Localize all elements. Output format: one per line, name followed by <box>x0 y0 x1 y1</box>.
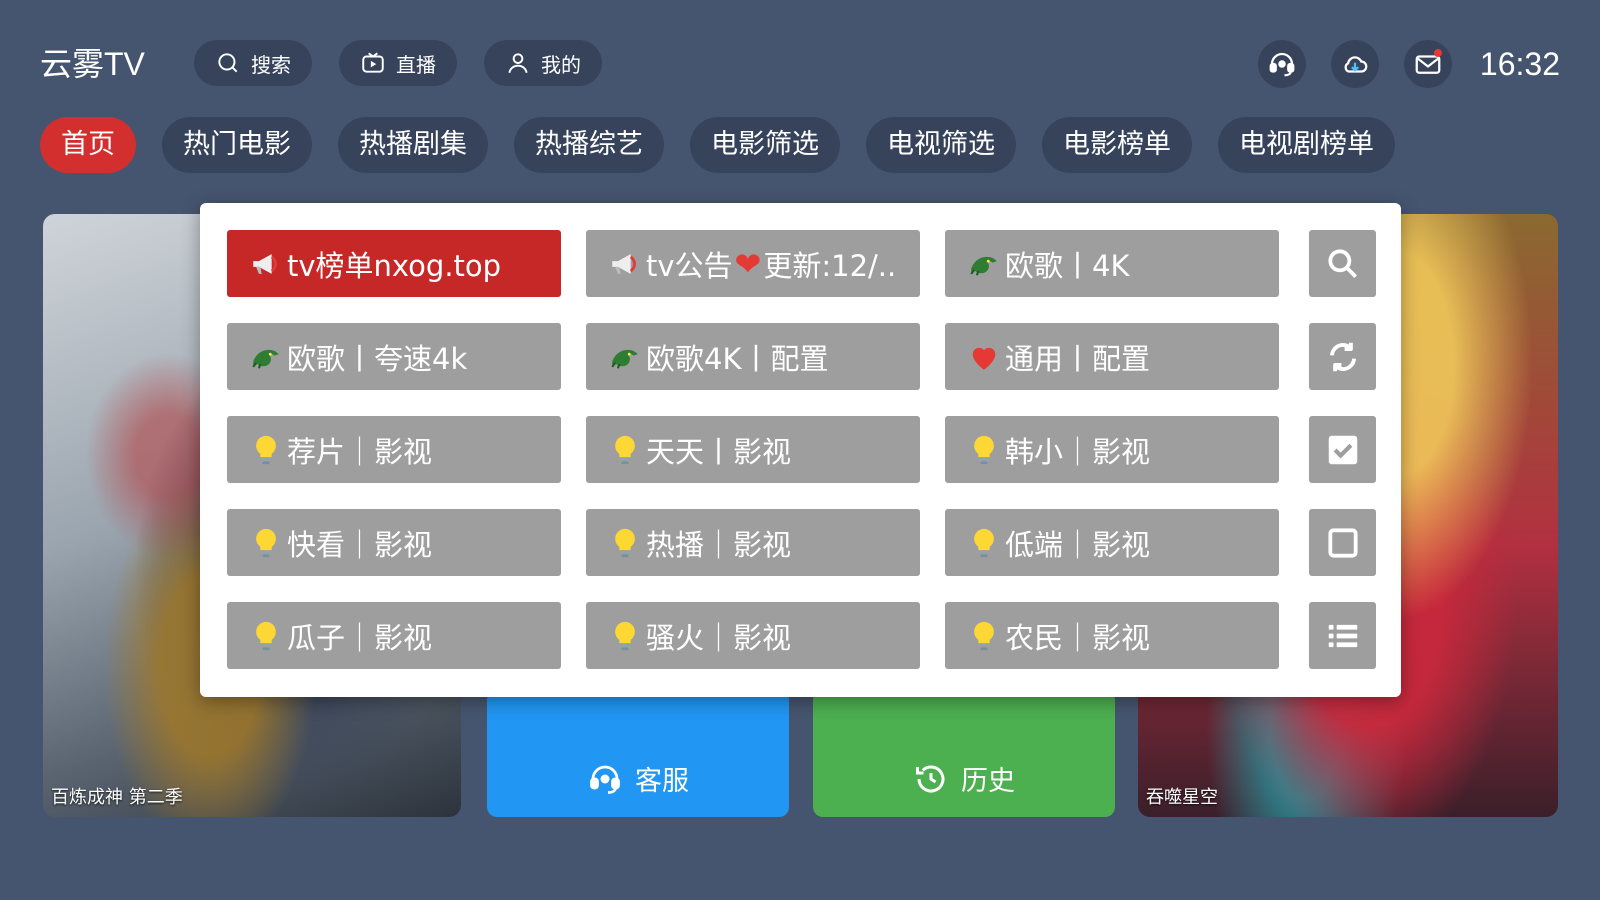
source-item[interactable]: 低端｜影视 <box>945 509 1279 576</box>
source-label: 欧歌丨4K <box>1005 248 1130 283</box>
mine-button-label: 我的 <box>541 52 581 77</box>
refresh-icon <box>1329 342 1356 371</box>
source-item[interactable]: 快看｜影视 <box>227 509 561 576</box>
app-title: 云雾TV <box>40 46 145 82</box>
source-item[interactable]: 欧歌4K丨配置 <box>586 323 920 390</box>
headset-icon <box>590 765 620 794</box>
dragon-icon <box>247 338 285 376</box>
user-icon <box>508 53 528 74</box>
tab-hot-movies[interactable]: 热门电影 <box>162 117 312 173</box>
source-label: 通用丨配置 <box>1005 341 1151 376</box>
tab-hot-variety[interactable]: 热播综艺 <box>514 117 664 173</box>
category-tabs: 首页 热门电影 热播剧集 热播综艺 电影筛选 电视筛选 电影榜单 电视剧榜单 <box>40 117 1395 173</box>
panel-select-all-button[interactable] <box>1309 416 1376 483</box>
source-label: 低端｜影视 <box>1005 527 1151 562</box>
poster-title: 吞噬星空 <box>1146 787 1218 808</box>
service-label: 客服 <box>635 766 689 797</box>
source-label: 热播｜影视 <box>646 527 792 562</box>
bulb-icon <box>247 524 285 562</box>
tab-movie-filter[interactable]: 电影筛选 <box>690 117 840 173</box>
source-label: tv公告 <box>646 248 733 283</box>
source-item[interactable]: 欧歌丨夸速4k <box>227 323 561 390</box>
source-label: 欧歌丨夸速4k <box>287 341 468 376</box>
list-icon <box>1328 624 1357 647</box>
service-tile[interactable]: 客服 <box>487 690 789 817</box>
source-item[interactable]: 热播｜影视 <box>586 509 920 576</box>
source-item[interactable]: tv榜单nxog.top <box>227 230 561 297</box>
source-label: 韩小｜影视 <box>1005 434 1151 469</box>
search-icon <box>1327 248 1357 278</box>
source-label: 瓜子｜影视 <box>287 620 433 655</box>
source-item[interactable]: 瓜子｜影视 <box>227 602 561 669</box>
live-button-label: 直播 <box>396 52 436 77</box>
dragon-icon <box>606 338 644 376</box>
poster-title: 百炼成神 第二季 <box>51 787 183 808</box>
source-item[interactable]: 荐片｜影视 <box>227 416 561 483</box>
source-item[interactable]: 通用丨配置 <box>945 323 1279 390</box>
headset-icon <box>1269 52 1295 77</box>
search-button[interactable]: 搜索 <box>194 40 312 86</box>
tab-home[interactable]: 首页 <box>40 117 136 173</box>
cloud-icon <box>1344 56 1368 73</box>
panel-deselect-button[interactable] <box>1309 509 1376 576</box>
source-label: 快看｜影视 <box>287 527 433 562</box>
source-label: tv榜单nxog.top <box>287 248 502 283</box>
bulb-icon <box>965 524 1003 562</box>
cloud-button[interactable] <box>1331 40 1379 88</box>
source-item[interactable]: 韩小｜影视 <box>945 416 1279 483</box>
bulb-icon <box>606 431 644 469</box>
source-label: 欧歌4K丨配置 <box>646 341 829 376</box>
tab-tv-rank[interactable]: 电视剧榜单 <box>1218 117 1395 173</box>
source-item[interactable]: 天天丨影视 <box>586 416 920 483</box>
mine-button[interactable]: 我的 <box>484 40 602 86</box>
bulb-icon <box>965 431 1003 469</box>
source-item[interactable]: tv公告 ❤ 更新:12/.. <box>586 230 920 297</box>
live-button[interactable]: 直播 <box>339 40 457 86</box>
heart-icon <box>965 338 1003 376</box>
clock: 16:32 <box>1479 46 1560 82</box>
unread-badge <box>1434 49 1442 57</box>
source-panel: tv榜单nxog.top tv公告 ❤ 更新:12/.. 欧歌丨4K 欧歌丨夸速… <box>200 203 1401 697</box>
bulb-icon <box>247 617 285 655</box>
dragon-icon <box>965 245 1003 283</box>
source-label-suffix: 更新:12/.. <box>763 248 897 283</box>
source-item[interactable]: 骚火｜影视 <box>586 602 920 669</box>
checkbox-empty-icon <box>1327 527 1358 558</box>
tab-hot-series[interactable]: 热播剧集 <box>338 117 488 173</box>
tab-tv-filter[interactable]: 电视筛选 <box>866 117 1016 173</box>
source-item[interactable]: 欧歌丨4K <box>945 230 1279 297</box>
source-label: 骚火｜影视 <box>646 620 792 655</box>
bulb-icon <box>247 431 285 469</box>
source-item[interactable]: 农民｜影视 <box>945 602 1279 669</box>
checkbox-checked-icon <box>1328 435 1357 464</box>
source-label: 天天丨影视 <box>646 434 792 469</box>
history-label: 历史 <box>961 766 1015 797</box>
history-tile[interactable]: 历史 <box>813 690 1115 817</box>
source-label: 农民｜影视 <box>1005 620 1151 655</box>
panel-list-button[interactable] <box>1309 602 1376 669</box>
live-tv-icon <box>362 52 384 73</box>
source-label: 荐片｜影视 <box>287 434 433 469</box>
search-icon <box>218 53 238 73</box>
heart-icon: ❤ <box>734 244 762 283</box>
bulb-icon <box>606 524 644 562</box>
panel-refresh-button[interactable] <box>1309 323 1376 390</box>
bulb-icon <box>606 617 644 655</box>
megaphone-icon <box>606 245 644 283</box>
search-button-label: 搜索 <box>251 52 291 77</box>
tab-movie-rank[interactable]: 电影榜单 <box>1042 117 1192 173</box>
bulb-icon <box>965 617 1003 655</box>
megaphone-icon <box>247 245 285 283</box>
history-icon <box>916 765 945 792</box>
message-button[interactable] <box>1404 40 1452 88</box>
panel-search-button[interactable] <box>1309 230 1376 297</box>
customer-service-button[interactable] <box>1258 40 1306 88</box>
